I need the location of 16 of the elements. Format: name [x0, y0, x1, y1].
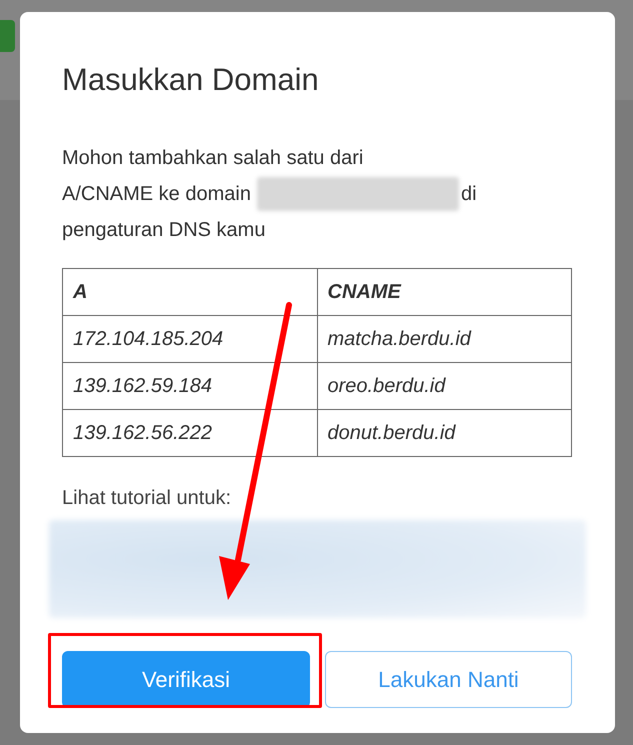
table-cell: 172.104.185.204 [62, 316, 317, 362]
dialog-title: Masukkan Domain [62, 61, 320, 99]
instruction-text: di [460, 182, 477, 207]
column-header: A [62, 268, 317, 316]
instruction-text: Mohon tambahkan salah satu dari [62, 146, 364, 171]
column-header: CNAME [317, 268, 572, 316]
table-cell: donut.berdu.id [317, 410, 572, 456]
later-button[interactable]: Lakukan Nanti [325, 651, 572, 708]
table-cell: 139.162.56.222 [62, 410, 317, 456]
tutorial-label: Lihat tutorial untuk: [62, 487, 232, 510]
table-cell: 139.162.59.184 [62, 362, 317, 410]
verify-button[interactable]: Verifikasi [62, 651, 310, 708]
table-cell: matcha.berdu.id [317, 316, 572, 362]
instruction-text: pengaturan DNS kamu [62, 218, 266, 243]
instruction-text: A/CNAME ke domain [62, 182, 251, 207]
table-cell: oreo.berdu.id [317, 362, 572, 410]
